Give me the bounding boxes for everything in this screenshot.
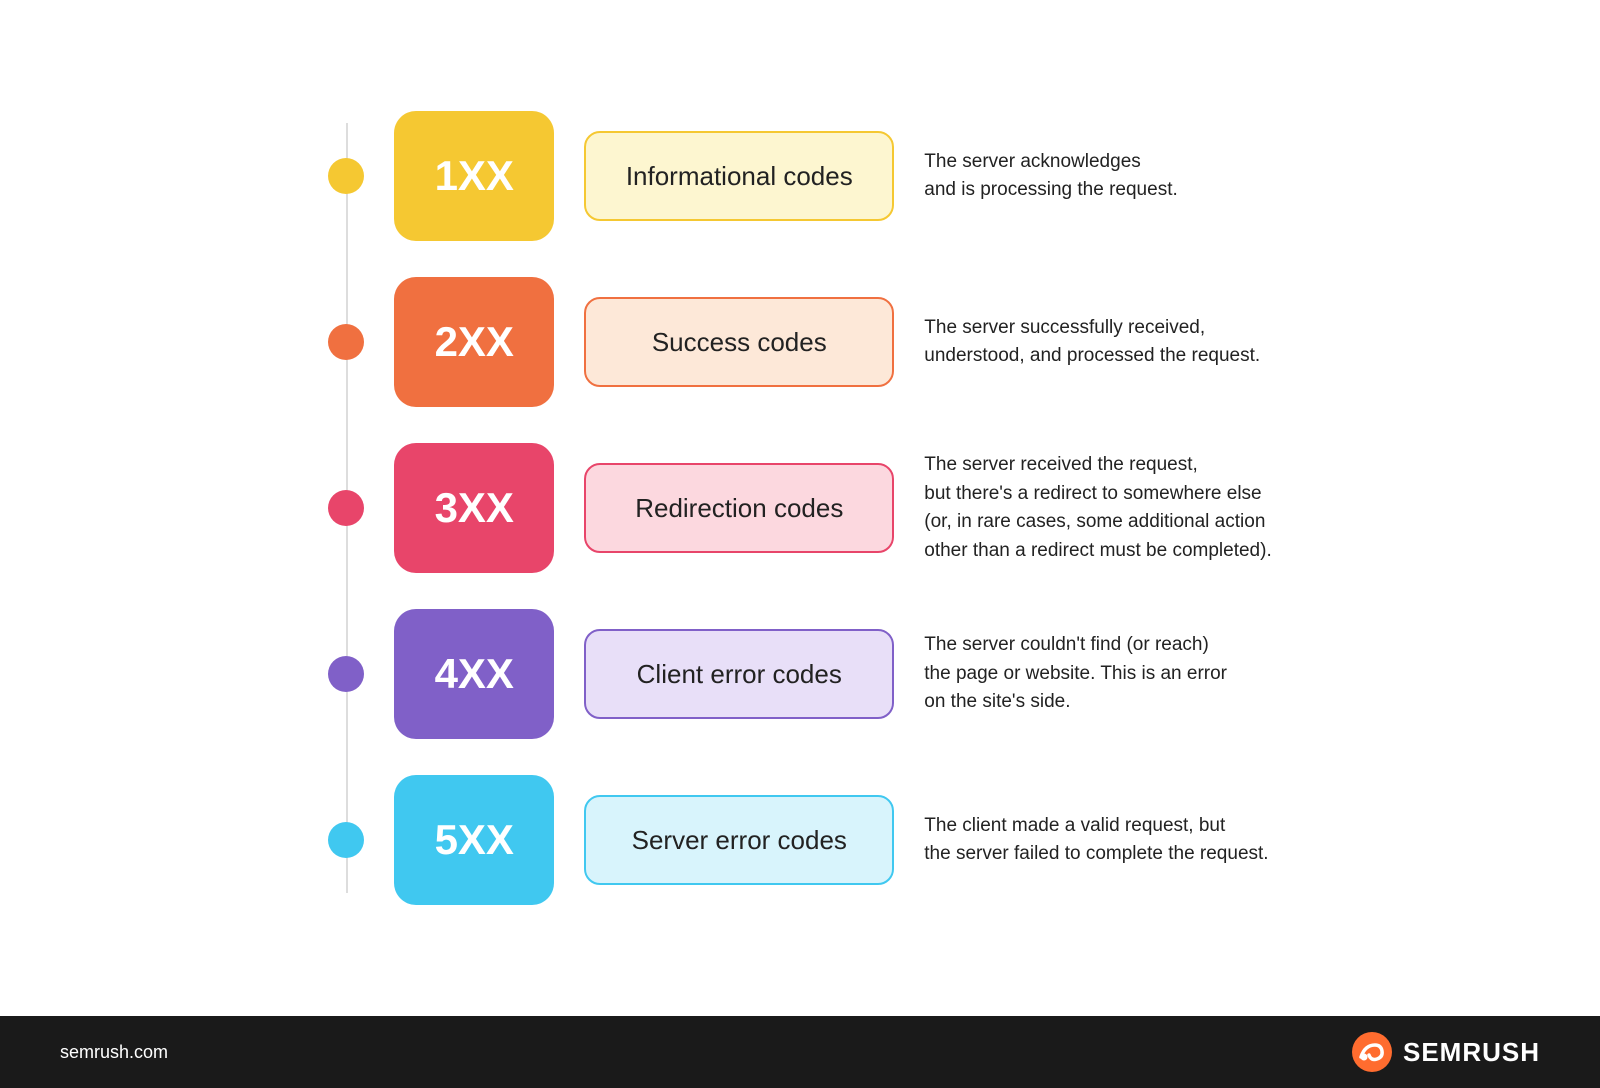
description-1xx: The server acknowledges and is processin…	[924, 148, 1178, 205]
dot-2xx	[328, 324, 364, 360]
row-5xx: 5XX Server error codes The client made a v…	[328, 757, 1271, 923]
label-box-2xx: Success codes	[584, 297, 894, 387]
row-1xx: 1XX Informational codes The server acknowl…	[328, 93, 1271, 259]
footer-url: semrush.com	[60, 1042, 168, 1063]
row-3xx: 3XX Redirection codes The server received …	[328, 425, 1271, 591]
code-box-4xx: 4XX	[394, 609, 554, 739]
code-box-3xx: 3XX	[394, 443, 554, 573]
description-3xx: The server received the request, but the…	[924, 451, 1271, 565]
diagram: 1XX Informational codes The server acknowl…	[328, 93, 1271, 923]
semrush-icon	[1351, 1031, 1393, 1073]
label-box-3xx: Redirection codes	[584, 463, 894, 553]
label-box-5xx: Server error codes	[584, 795, 894, 885]
code-box-5xx: 5XX	[394, 775, 554, 905]
row-4xx: 4XX Client error codes The server couldn't…	[328, 591, 1271, 757]
main-content: 1XX Informational codes The server acknowl…	[0, 0, 1600, 1016]
semrush-logo: SEMRUSH	[1351, 1031, 1540, 1073]
dot-1xx	[328, 158, 364, 194]
description-4xx: The server couldn't find (or reach) the …	[924, 631, 1227, 717]
semrush-brand-text: SEMRUSH	[1403, 1037, 1540, 1068]
footer: semrush.com SEMRUSH	[0, 1016, 1600, 1088]
dot-5xx	[328, 822, 364, 858]
code-box-1xx: 1XX	[394, 111, 554, 241]
dot-3xx	[328, 490, 364, 526]
label-box-4xx: Client error codes	[584, 629, 894, 719]
description-5xx: The client made a valid request, but the…	[924, 812, 1268, 869]
row-2xx: 2XX Success codes The server successfully …	[328, 259, 1271, 425]
description-2xx: The server successfully received, unders…	[924, 314, 1260, 371]
label-box-1xx: Informational codes	[584, 131, 894, 221]
dot-4xx	[328, 656, 364, 692]
code-box-2xx: 2XX	[394, 277, 554, 407]
